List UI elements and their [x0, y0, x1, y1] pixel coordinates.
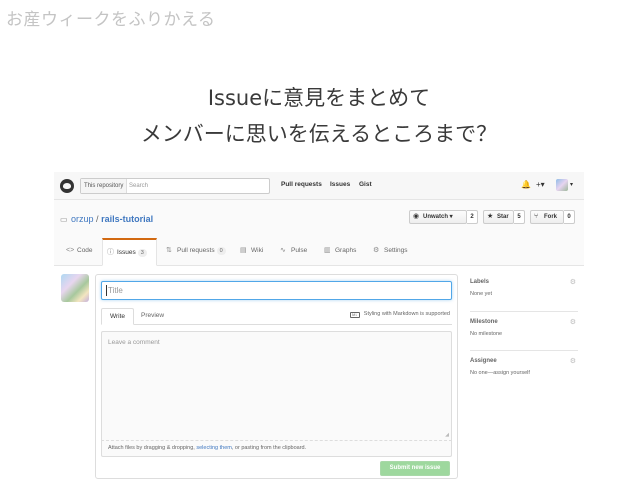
- issues-counter: 3: [137, 249, 147, 257]
- slide-heading-line1: Issueに意見をまとめて: [207, 86, 431, 110]
- tab-pulse[interactable]: ∿ Pulse: [280, 238, 307, 266]
- markdown-icon: M↓: [349, 312, 360, 318]
- tab-pull-requests[interactable]: ⇅ Pull requests 0: [166, 238, 226, 266]
- tab-graphs[interactable]: ▥ Graphs: [324, 238, 356, 266]
- user-avatar[interactable]: [556, 179, 568, 191]
- assignee-title: Assignee: [470, 358, 497, 364]
- gear-icon: ⚙: [373, 247, 380, 254]
- repo-separator: /: [96, 214, 99, 224]
- tab-divider: [101, 324, 452, 325]
- comment-textarea[interactable]: Leave a comment ◢: [101, 331, 452, 441]
- labels-title: Labels: [470, 279, 490, 285]
- author-avatar: [61, 274, 89, 302]
- milestone-value: No milestone: [470, 331, 503, 337]
- bell-icon[interactable]: 🔔: [521, 180, 531, 189]
- sidebar-divider: [470, 311, 578, 312]
- repo-title: orzup / rails-tutorial: [71, 214, 153, 224]
- issue-title-input[interactable]: Title: [101, 281, 452, 300]
- graph-icon: ▥: [324, 247, 331, 254]
- submit-new-issue-button[interactable]: Submit new issue: [380, 461, 450, 476]
- github-logo-icon[interactable]: [60, 179, 74, 193]
- resize-handle-icon[interactable]: ◢: [445, 432, 449, 438]
- nav-issues[interactable]: Issues: [330, 181, 350, 188]
- sidebar-divider: [470, 350, 578, 351]
- pulse-icon: ∿: [280, 247, 286, 254]
- repo-icon: ▭: [60, 215, 68, 224]
- tab-issues[interactable]: ⓘ Issues 3: [102, 238, 157, 266]
- milestone-gear-icon[interactable]: ⚙: [570, 318, 576, 326]
- pull-request-icon: ⇅: [166, 247, 172, 254]
- markdown-hint[interactable]: M↓ Styling with Markdown is supported: [349, 311, 450, 318]
- write-tab[interactable]: Write: [101, 308, 134, 325]
- tab-code[interactable]: <> Code: [66, 238, 93, 266]
- book-icon: ▤: [240, 247, 247, 254]
- eye-icon: ◉: [413, 213, 420, 220]
- new-issue-form: Title Write Preview M↓ Styling with Markd…: [95, 274, 458, 479]
- repo-name-link[interactable]: rails-tutorial: [101, 214, 153, 224]
- issue-opened-icon: ⓘ: [107, 249, 114, 256]
- watchers-count[interactable]: 2: [467, 210, 478, 224]
- milestone-title: Milestone: [470, 319, 498, 325]
- search-scope: This repository: [81, 179, 128, 193]
- repo-head: ▭ orzup / rails-tutorial ◉ Unwatch ▾ 2 ★ S…: [54, 200, 584, 266]
- tab-settings[interactable]: ⚙ Settings: [373, 238, 408, 266]
- search-box[interactable]: This repository Search: [80, 178, 270, 194]
- assignee-section: Assignee ⚙ No one—assign yourself: [470, 358, 578, 376]
- chevron-down-icon[interactable]: ▾: [570, 181, 573, 188]
- tab-wiki[interactable]: ▤ Wiki: [240, 238, 263, 266]
- assignee-gear-icon[interactable]: ⚙: [570, 357, 576, 365]
- labels-section: Labels ⚙ None yet: [470, 279, 578, 297]
- assignee-value[interactable]: No one—assign yourself: [470, 370, 578, 376]
- pull-requests-counter: 0: [216, 247, 226, 255]
- fork-icon: ⑂: [534, 213, 539, 220]
- star-icon: ★: [487, 213, 494, 220]
- unwatch-button[interactable]: ◉ Unwatch ▾: [409, 210, 467, 224]
- milestone-section: Milestone ⚙ No milestone: [470, 319, 578, 337]
- nav-gist[interactable]: Gist: [359, 181, 372, 188]
- comment-placeholder: Leave a comment: [108, 339, 160, 346]
- labels-gear-icon[interactable]: ⚙: [570, 278, 576, 286]
- code-icon: <>: [66, 247, 75, 254]
- nav-pull-requests[interactable]: Pull requests: [281, 181, 322, 188]
- forks-count[interactable]: 0: [564, 210, 575, 224]
- github-header: This repository Search Pull requests Iss…: [54, 172, 584, 200]
- labels-value: None yet: [470, 291, 493, 297]
- repo-tabs: <> Code ⓘ Issues 3 ⇅ Pull requests 0 ▤ Wiki ∿ P…: [54, 238, 584, 266]
- repo-owner-link[interactable]: orzup: [71, 214, 94, 224]
- stars-count[interactable]: 5: [514, 210, 525, 224]
- fork-button[interactable]: ⑂ Fork: [530, 210, 564, 224]
- search-input[interactable]: Search: [129, 179, 148, 193]
- plus-dropdown-icon[interactable]: +▾: [536, 180, 545, 189]
- slide-heading-line2: メンバーに思いを伝えるところまで？: [140, 122, 498, 146]
- deck-title: お産ウィークをふりかえる: [6, 10, 216, 30]
- select-files-link[interactable]: selecting them: [196, 445, 231, 451]
- github-screenshot: This repository Search Pull requests Iss…: [54, 172, 584, 479]
- star-button[interactable]: ★ Star: [483, 210, 514, 224]
- preview-tab[interactable]: Preview: [141, 308, 164, 325]
- attach-files-bar[interactable]: Attach files by dragging & dropping, sel…: [101, 441, 452, 457]
